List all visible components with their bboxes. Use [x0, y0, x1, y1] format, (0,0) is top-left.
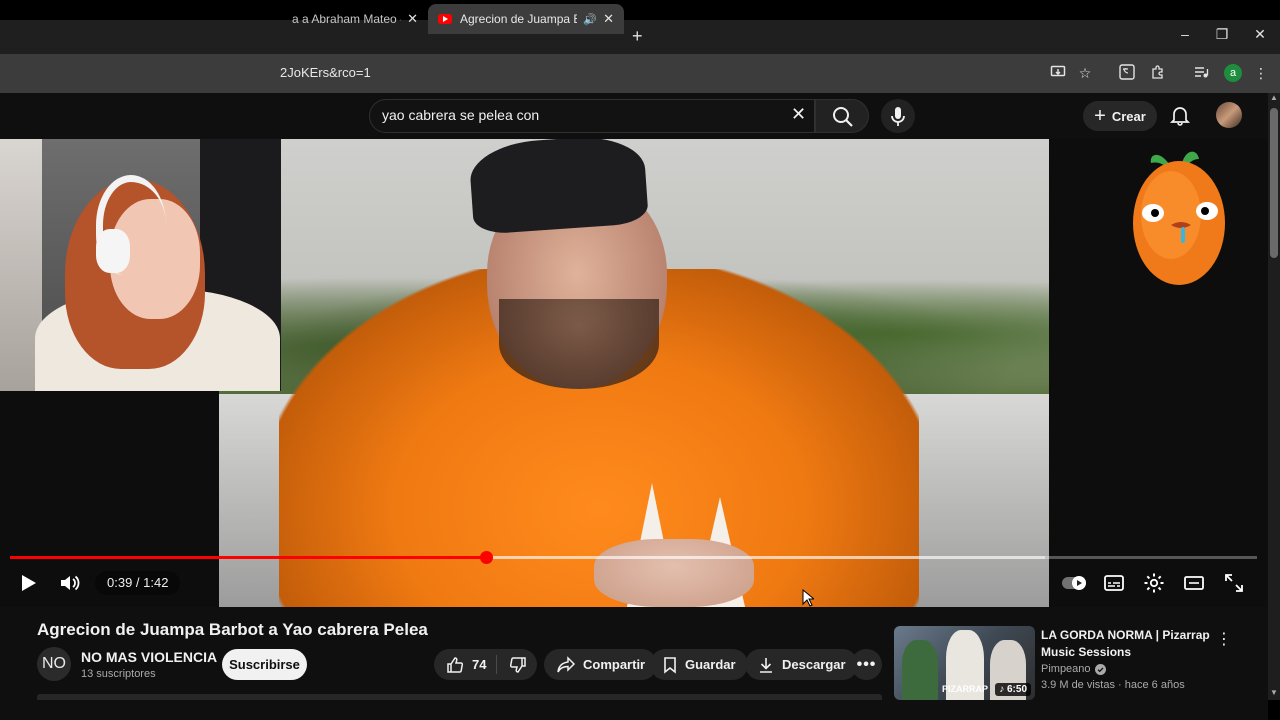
scroll-up-arrow-icon[interactable]: ▲: [1268, 93, 1280, 105]
streamer-webcam-overlay: [0, 139, 281, 391]
tab-agrecion-active[interactable]: Agrecion de Juampa Barbot 🔊 ✕: [428, 4, 624, 34]
voice-search-button[interactable]: [881, 99, 915, 133]
thumbs-down-icon: [510, 656, 527, 673]
like-dislike-group: 74: [434, 649, 537, 680]
bookmark-icon: [664, 656, 676, 674]
recommended-video-thumbnail[interactable]: PIZARRAP ♪ 6:50: [894, 626, 1035, 700]
tab-close-icon[interactable]: ✕: [407, 11, 418, 27]
share-icon: [557, 655, 576, 672]
user-avatar[interactable]: [1216, 102, 1242, 128]
like-divider: [496, 655, 497, 674]
autoplay-toggle[interactable]: [1061, 571, 1087, 595]
channel-subscribers: 13 suscriptores: [81, 668, 156, 680]
media-control-icon[interactable]: [1192, 64, 1210, 82]
browser-menu-icon[interactable]: ⋮: [1252, 64, 1270, 82]
autoplay-toggle-icon: [1062, 576, 1086, 590]
gear-icon: [1144, 573, 1164, 593]
fullscreen-icon: [1225, 574, 1243, 592]
search-button[interactable]: [815, 99, 869, 133]
recommended-channel-name: Pimpeano: [1041, 663, 1091, 675]
share-label: Compartir: [583, 657, 646, 672]
bookmark-star-icon[interactable]: ☆: [1076, 64, 1094, 82]
video-duration-badge: ♪ 6:50: [995, 683, 1031, 696]
subtitles-icon: [1104, 575, 1124, 591]
video-player[interactable]: 0:39 / 1:42: [0, 139, 1268, 607]
settings-button[interactable]: [1142, 571, 1166, 595]
recommended-more-icon[interactable]: ⋮: [1216, 629, 1232, 649]
create-button[interactable]: + Crear: [1083, 101, 1157, 131]
fullscreen-button[interactable]: [1222, 571, 1246, 595]
youtube-favicon-icon: [438, 14, 452, 24]
mouse-cursor-icon: [802, 589, 814, 607]
music-note-icon: ♪: [999, 684, 1007, 695]
tab-label: Agrecion de Juampa Barbot: [460, 12, 577, 26]
volume-icon: [61, 575, 80, 591]
volume-button[interactable]: [58, 571, 82, 595]
thumb-person-1: [902, 640, 938, 700]
verified-check-icon: [1094, 663, 1106, 675]
plus-icon: +: [1094, 105, 1106, 127]
thumbnail-brand-text: PIZARRAP: [942, 684, 989, 694]
search-query-text[interactable]: yao cabrera se pelea con: [382, 107, 539, 123]
thumbs-up-icon: [447, 656, 464, 673]
scrollbar-thumb[interactable]: [1270, 108, 1278, 258]
create-label: Crear: [1111, 108, 1146, 124]
install-app-icon[interactable]: [1049, 64, 1067, 82]
minimize-icon[interactable]: –: [1175, 26, 1195, 42]
restore-icon[interactable]: ❐: [1212, 26, 1232, 43]
carrot-mascot-overlay: [1133, 151, 1225, 285]
video-person-beard: [499, 299, 659, 389]
download-label: Descargar: [782, 657, 846, 672]
video-title: Agrecion de Juampa Barbot a Yao cabrera …: [37, 620, 428, 639]
recommended-channel[interactable]: Pimpeano: [1041, 663, 1106, 675]
extensions-icon[interactable]: [1149, 64, 1167, 82]
more-horizontal-icon: •••: [856, 655, 877, 673]
more-actions-button[interactable]: •••: [851, 649, 882, 680]
like-count: 74: [472, 657, 487, 672]
channel-name[interactable]: NO MAS VIOLENCIA: [81, 649, 217, 665]
tab-close-icon[interactable]: ✕: [603, 11, 614, 27]
window-close-icon[interactable]: ✕: [1250, 26, 1270, 43]
subscribe-button[interactable]: Suscribirse: [222, 649, 307, 680]
video-frame[interactable]: [219, 139, 1049, 607]
download-icon: [760, 657, 772, 673]
play-icon: [22, 575, 36, 591]
like-button[interactable]: 74: [446, 656, 486, 674]
description-box-edge[interactable]: [37, 694, 882, 700]
download-button[interactable]: Descargar: [745, 649, 858, 680]
microphone-icon: [891, 107, 905, 126]
share-button[interactable]: Compartir: [544, 649, 658, 680]
play-button[interactable]: [16, 571, 40, 595]
webcam-headset-cup: [96, 229, 130, 273]
progress-played: [10, 556, 487, 559]
theater-mode-icon: [1184, 576, 1204, 590]
translate-icon[interactable]: [1118, 64, 1136, 82]
video-person-cap: [468, 139, 649, 235]
tab-audio-icon[interactable]: 🔊: [583, 13, 597, 26]
recommended-video-title[interactable]: LA GORDA NORMA | Pizarrap Music Sessions: [1041, 627, 1211, 661]
tab-label: a a Abraham Mateo - Día: [292, 12, 401, 26]
scroll-down-arrow-icon[interactable]: ▼: [1268, 688, 1280, 700]
recommended-video-meta: 3.9 M de vistas · hace 6 años: [1041, 679, 1185, 691]
clear-search-icon[interactable]: ✕: [791, 104, 806, 125]
duration-text: 6:50: [1006, 684, 1027, 695]
channel-avatar[interactable]: NO: [37, 647, 71, 681]
new-tab-button[interactable]: +: [632, 26, 643, 47]
theater-mode-button[interactable]: [1182, 571, 1206, 595]
save-button[interactable]: Guardar: [650, 649, 748, 680]
notifications-bell-icon[interactable]: [1169, 104, 1191, 126]
video-person-hand: [594, 539, 754, 607]
tab-abraham-mateo[interactable]: a a Abraham Mateo - Día ✕: [282, 4, 428, 34]
dislike-button[interactable]: [509, 656, 527, 674]
search-icon: [833, 107, 853, 127]
time-display: 0:39 / 1:42: [95, 571, 181, 595]
subtitles-button[interactable]: [1102, 571, 1126, 595]
save-label: Guardar: [685, 657, 736, 672]
address-bar[interactable]: 2JoKErs&rco=1: [280, 61, 371, 85]
profile-avatar[interactable]: a: [1224, 64, 1242, 82]
